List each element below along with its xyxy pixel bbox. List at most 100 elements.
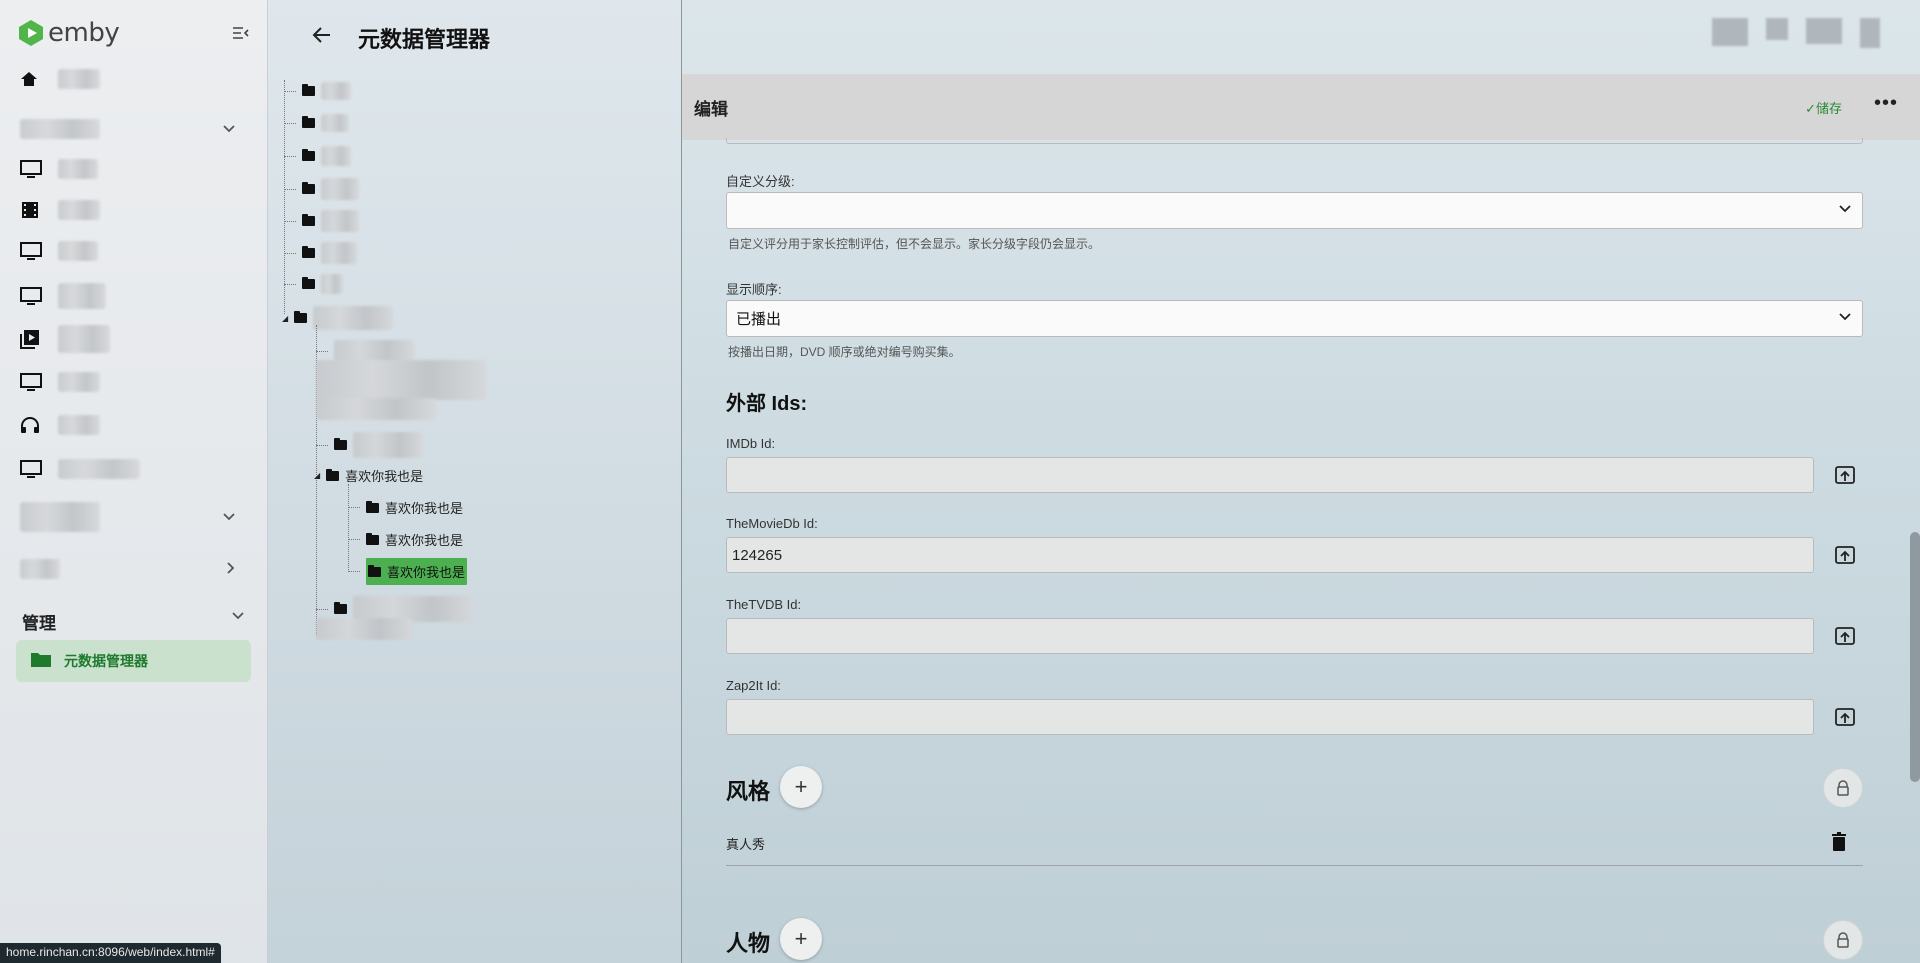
redacted-icon[interactable] <box>1712 18 1748 46</box>
display-order-label: 显示顺序: <box>726 282 782 297</box>
redacted-label <box>58 415 100 435</box>
sidebar-section-manage-title[interactable]: 管理 <box>22 609 56 634</box>
scrollbar-thumb[interactable] <box>1910 532 1920 782</box>
add-genre-button[interactable]: + <box>780 766 822 808</box>
tree-node[interactable] <box>316 360 486 400</box>
tree-node[interactable] <box>316 398 436 420</box>
open-external-link-icon[interactable] <box>1833 543 1857 567</box>
redacted-icon[interactable] <box>1766 18 1788 40</box>
sidebar-section-collapsed[interactable] <box>20 552 248 586</box>
folder-icon <box>302 277 315 289</box>
sidebar-item-library[interactable] <box>20 234 248 268</box>
video-library-icon <box>20 326 58 352</box>
tree-node[interactable] <box>284 114 349 132</box>
tree-node-expanded[interactable]: ◢ 喜欢你我也是 <box>314 466 423 485</box>
custom-rating-select[interactable] <box>726 192 1863 229</box>
zap2it-id-input[interactable] <box>726 699 1814 735</box>
genres-heading: 风格 <box>726 779 771 804</box>
lock-genres-icon[interactable] <box>1823 768 1863 808</box>
more-options-icon[interactable]: ••• <box>1874 92 1898 115</box>
open-external-link-icon[interactable] <box>1833 705 1857 729</box>
save-button[interactable]: ✓储存 <box>1805 98 1842 117</box>
tree-node[interactable] <box>316 340 414 362</box>
tree-node-label: 喜欢你我也是 <box>385 501 464 516</box>
redacted-label <box>313 306 394 330</box>
back-arrow-icon[interactable] <box>312 24 332 50</box>
redacted-label <box>321 114 349 132</box>
sidebar-item-library[interactable] <box>20 193 248 227</box>
folder-icon <box>294 311 308 323</box>
sidebar-item-library[interactable] <box>20 322 248 356</box>
sidebar-item-metadata-manager[interactable]: 元数据管理器 <box>16 640 251 682</box>
folder-icon <box>302 149 315 161</box>
display-order-select[interactable]: 已播出 <box>726 300 1863 337</box>
chevron-down-icon <box>1838 309 1852 325</box>
folder-icon <box>366 500 379 513</box>
folder-icon <box>302 214 315 226</box>
redacted-label <box>321 146 351 166</box>
folder-icon <box>302 246 315 258</box>
redacted-label <box>316 398 436 420</box>
folder-icon <box>302 116 315 128</box>
edit-panel: 编辑 ✓储存 ••• 自定义分级: 自定义评分用于家长控制评估，但不会显示。家长… <box>682 0 1920 963</box>
folder-icon <box>302 182 315 194</box>
tree-node[interactable] <box>284 274 343 294</box>
sidebar-item-library[interactable] <box>20 365 248 399</box>
tv-icon <box>20 456 58 482</box>
chevron-down-icon <box>1838 201 1852 217</box>
chevron-down-icon[interactable] <box>231 608 245 624</box>
sidebar-item-home[interactable] <box>20 62 248 96</box>
metadata-tree-panel: 元数据管理器 ◢ ◢ 喜欢你我也是 喜欢你我也是 喜欢你我也是 喜欢你我也是 <box>268 0 682 963</box>
redacted-label <box>58 159 98 179</box>
redacted-label <box>58 459 140 479</box>
tree-node[interactable] <box>316 618 412 640</box>
open-external-link-icon[interactable] <box>1833 624 1857 648</box>
tree-node[interactable] <box>284 146 351 166</box>
sidebar-item-library[interactable] <box>20 452 248 486</box>
tree-node-selected[interactable]: 喜欢你我也是 <box>348 558 468 585</box>
tree-node[interactable] <box>316 432 423 458</box>
zap2it-id-label: Zap2It Id: <box>726 678 781 693</box>
tree-node[interactable]: 喜欢你我也是 <box>348 530 463 549</box>
redacted-label <box>20 559 60 579</box>
trash-icon[interactable] <box>1831 832 1847 857</box>
open-external-link-icon[interactable] <box>1833 463 1857 487</box>
sidebar-section-libraries[interactable] <box>20 112 248 146</box>
redacted-label <box>58 372 100 392</box>
header-actions <box>1712 18 1880 48</box>
chevron-right-icon <box>226 561 236 578</box>
sidebar-item-library[interactable] <box>20 408 248 442</box>
logo-text: emby <box>48 18 120 48</box>
folder-icon <box>334 438 347 450</box>
film-icon <box>20 197 58 223</box>
tree-node-expanded[interactable]: ◢ <box>282 306 394 330</box>
redacted-label <box>321 82 351 100</box>
redacted-label <box>316 618 412 640</box>
imdb-id-label: IMDb Id: <box>726 436 776 451</box>
external-ids-heading: 外部 Ids: <box>726 393 808 415</box>
tvdb-id-input[interactable] <box>726 618 1814 654</box>
sidebar-item-library[interactable] <box>20 279 248 313</box>
redacted-label <box>58 325 110 353</box>
redacted-icon[interactable] <box>1806 18 1842 44</box>
collapse-sidebar-icon[interactable] <box>230 22 252 44</box>
redacted-label <box>321 274 343 294</box>
tmdb-id-input[interactable]: 124265 <box>726 537 1814 573</box>
imdb-id-input[interactable] <box>726 457 1814 493</box>
lock-people-icon[interactable] <box>1823 920 1863 960</box>
tree-node[interactable]: 喜欢你我也是 <box>348 498 463 517</box>
select-value: 已播出 <box>736 311 782 328</box>
redacted-icon[interactable] <box>1860 18 1880 48</box>
add-person-button[interactable]: + <box>780 918 822 960</box>
tree-node[interactable] <box>284 178 359 200</box>
tree-node[interactable] <box>284 82 351 100</box>
sidebar-section-collapsed[interactable] <box>20 500 248 534</box>
tree-node[interactable] <box>284 242 357 264</box>
tree-node[interactable] <box>284 210 359 232</box>
redacted-label <box>20 119 100 139</box>
redacted-label <box>321 210 359 232</box>
custom-rating-label: 自定义分级: <box>726 174 795 189</box>
tv-icon <box>20 283 58 309</box>
sidebar-item-library[interactable] <box>20 152 248 186</box>
emby-logo[interactable]: emby <box>18 18 120 48</box>
